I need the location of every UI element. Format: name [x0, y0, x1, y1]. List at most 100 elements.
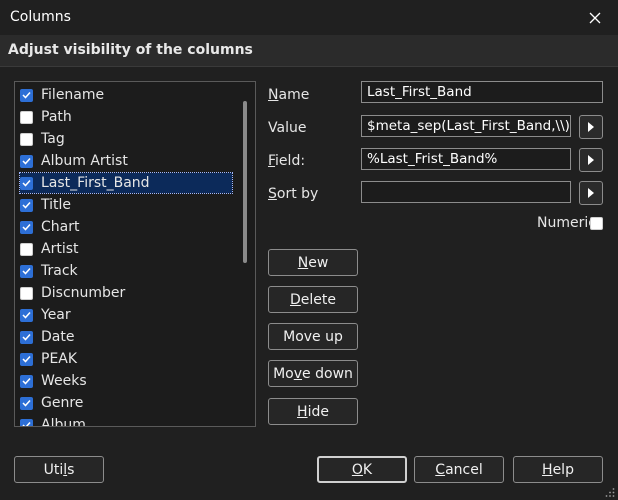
- move-up-button-label: Move up: [283, 328, 343, 345]
- list-item-label: Tag: [41, 131, 65, 147]
- columns-list[interactable]: Filename Path Tag Album Artist Last_First_Ba…: [14, 81, 256, 427]
- new-button[interactable]: New: [268, 249, 358, 276]
- numeric-label: Numeric: [537, 215, 596, 231]
- checkbox[interactable]: [20, 198, 33, 212]
- move-up-button[interactable]: Move up: [268, 323, 358, 350]
- checkmark-icon: [22, 377, 31, 385]
- checkmark-icon: [22, 91, 31, 99]
- value-input[interactable]: $meta_sep(Last_First_Band,\\): [361, 115, 571, 137]
- list-item[interactable]: Weeks: [20, 371, 87, 391]
- field-input[interactable]: %Last_Frist_Band%: [361, 148, 571, 170]
- checkmark-icon: [22, 421, 31, 426]
- list-item-label: Path: [41, 109, 72, 125]
- delete-button-label: Delete: [290, 291, 336, 308]
- help-button-label: Help: [542, 461, 574, 478]
- utils-button-label: Utils: [43, 461, 75, 478]
- list-item-label: Discnumber: [41, 285, 126, 301]
- list-item[interactable]: Path: [20, 107, 72, 127]
- checkbox[interactable]: [20, 88, 33, 102]
- list-item-label: Genre: [41, 395, 84, 411]
- list-item[interactable]: Title: [20, 195, 71, 215]
- numeric-checkbox[interactable]: [590, 217, 603, 230]
- move-down-button-label: Move down: [273, 365, 353, 382]
- checkmark-icon: [22, 333, 31, 341]
- value-expand-button[interactable]: [579, 115, 603, 139]
- list-item[interactable]: Genre: [20, 393, 83, 413]
- list-item-label: Weeks: [41, 373, 87, 389]
- sortby-label: Sort by: [268, 186, 319, 202]
- window-title: Columns: [10, 9, 71, 25]
- sortby-expand-button[interactable]: [579, 181, 603, 205]
- field-label: Field:: [268, 153, 306, 169]
- checkbox[interactable]: [20, 132, 33, 146]
- section-header-text: Adjust visibility of the columns: [8, 42, 253, 58]
- list-item[interactable]: Album Artist: [20, 151, 128, 171]
- checkbox[interactable]: [20, 352, 33, 366]
- list-item[interactable]: Filename: [20, 85, 104, 105]
- list-item[interactable]: Year: [20, 305, 71, 325]
- checkmark-icon: [22, 311, 31, 319]
- checkbox[interactable]: [20, 418, 33, 426]
- checkbox[interactable]: [20, 286, 33, 300]
- list-item-label: Last_First_Band: [41, 175, 150, 191]
- list-item-label: Artist: [41, 241, 79, 257]
- list-item-label: Date: [41, 329, 75, 345]
- list-item[interactable]: Last_First_Band: [19, 172, 233, 194]
- utils-button[interactable]: Utils: [14, 456, 104, 483]
- checkbox[interactable]: [20, 264, 33, 278]
- sortby-input[interactable]: [361, 181, 571, 203]
- checkbox[interactable]: [20, 396, 33, 410]
- field-expand-button[interactable]: [579, 148, 603, 172]
- help-button[interactable]: Help: [513, 456, 603, 483]
- hide-button[interactable]: Hide: [268, 398, 358, 425]
- close-button[interactable]: [572, 0, 618, 35]
- checkbox[interactable]: [20, 330, 33, 344]
- list-item[interactable]: Chart: [20, 217, 79, 237]
- close-icon: [589, 12, 601, 23]
- section-header: Adjust visibility of the columns: [0, 35, 618, 67]
- checkbox[interactable]: [20, 154, 33, 168]
- list-item[interactable]: Discnumber: [20, 283, 125, 303]
- name-label: Name: [268, 87, 310, 103]
- new-button-label: New: [297, 254, 329, 271]
- move-down-button[interactable]: Move down: [268, 360, 358, 387]
- list-item-label: PEAK: [41, 351, 78, 367]
- checkmark-icon: [22, 223, 31, 231]
- checkmark-icon: [22, 157, 31, 165]
- list-item-label: Track: [41, 263, 78, 279]
- chevron-right-icon: [588, 188, 594, 198]
- list-item-label: Filename: [41, 87, 105, 103]
- list-item[interactable]: PEAK: [20, 349, 77, 369]
- checkbox[interactable]: [20, 242, 33, 256]
- cancel-button[interactable]: Cancel: [414, 456, 504, 483]
- list-item[interactable]: Track: [20, 261, 78, 281]
- value-label: Value: [268, 120, 307, 136]
- list-item[interactable]: Album: [20, 415, 86, 427]
- checkbox[interactable]: [20, 110, 33, 124]
- checkmark-icon: [22, 179, 31, 187]
- list-item-label: Year: [41, 307, 71, 323]
- delete-button[interactable]: Delete: [268, 286, 358, 313]
- list-item-label: Album: [41, 417, 86, 427]
- list-item-label: Title: [41, 197, 72, 213]
- checkbox[interactable]: [20, 374, 33, 388]
- name-input[interactable]: Last_First_Band: [361, 81, 603, 103]
- checkbox[interactable]: [20, 220, 33, 234]
- checkbox[interactable]: [20, 176, 33, 190]
- list-item-label: Album Artist: [41, 153, 128, 169]
- chevron-right-icon: [588, 122, 594, 132]
- checkmark-icon: [22, 355, 31, 363]
- title-bar: Columns: [0, 0, 618, 35]
- list-item[interactable]: Date: [20, 327, 74, 347]
- list-scrollbar-thumb[interactable]: [243, 101, 247, 263]
- checkbox[interactable]: [20, 308, 33, 322]
- cancel-button-label: Cancel: [435, 461, 483, 478]
- list-item[interactable]: Artist: [20, 239, 79, 259]
- hide-button-label: Hide: [297, 403, 329, 420]
- ok-button[interactable]: OK: [317, 456, 407, 483]
- list-item[interactable]: Tag: [20, 129, 65, 149]
- chevron-right-icon: [588, 155, 594, 165]
- resize-grip-icon[interactable]: [605, 487, 615, 497]
- ok-button-label: OK: [351, 461, 373, 478]
- checkmark-icon: [22, 201, 31, 209]
